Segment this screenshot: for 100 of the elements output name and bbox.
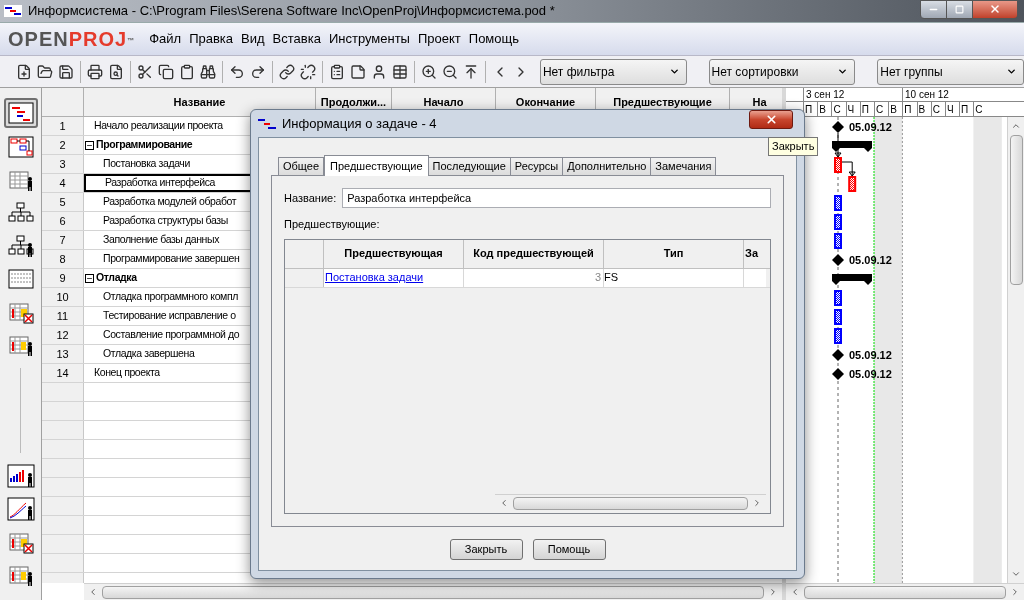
close-icon (764, 113, 778, 126)
scroll-right-icon[interactable] (1010, 587, 1020, 597)
row-number: 11 (42, 307, 84, 325)
unlink-icon[interactable] (299, 63, 316, 80)
row-number: 5 (42, 193, 84, 211)
scrollbar-thumb[interactable] (1009, 135, 1023, 285)
task-name: Программирование (96, 137, 193, 153)
scroll-left-icon[interactable] (499, 498, 509, 508)
line-chart-person-icon (6, 497, 35, 521)
day-label: П (902, 102, 917, 117)
app-icon (258, 117, 276, 130)
binoculars-icon[interactable] (199, 63, 216, 80)
scissors-icon[interactable] (136, 63, 153, 80)
row-number: 4 (42, 174, 84, 192)
collapse-toggle[interactable] (85, 140, 94, 150)
milestone-marker (832, 368, 844, 380)
dialog-tab[interactable]: Ресурсы (509, 157, 564, 175)
date-label: 05.09.12 (849, 121, 892, 133)
dialog-tab[interactable]: Дополнительно (562, 157, 652, 175)
scroll-left-icon[interactable] (88, 587, 98, 597)
scroll-right-icon[interactable] (768, 587, 778, 597)
menu-item[interactable]: Файл (145, 29, 186, 49)
row-number: 2 (42, 136, 84, 154)
predecessor-link[interactable]: Постановка задачи (325, 269, 424, 286)
day-label: П (959, 102, 974, 117)
scroll-left-icon[interactable] (790, 587, 800, 597)
note-icon[interactable] (349, 63, 366, 80)
milestone-marker (832, 254, 844, 266)
menu-item[interactable]: Инструменты (324, 29, 414, 49)
dropdown[interactable]: Нет группы (877, 58, 1024, 85)
scroll-down-icon[interactable] (1011, 569, 1021, 579)
dropdown[interactable]: Нет сортировки (708, 58, 856, 85)
window-title: Информсистема - C:\Program Files\Serena Software Inc\OpenProj\Информсистема.pod * (28, 2, 555, 21)
minimize-button[interactable] (920, 0, 947, 19)
dialog-tab[interactable]: Общее (278, 157, 325, 175)
flowchart-icon (6, 135, 35, 159)
calendar-table-icon[interactable] (391, 63, 408, 80)
collapse-toggle[interactable] (85, 273, 94, 283)
menu-item[interactable]: Проект (413, 29, 465, 49)
scrollbar-thumb[interactable] (513, 496, 748, 510)
scroll-up-icon[interactable] (1011, 121, 1021, 131)
copy-icon[interactable] (157, 63, 174, 80)
save-icon[interactable] (58, 63, 74, 80)
day-label: В (916, 102, 931, 117)
day-label: Ч (845, 102, 860, 117)
dialog-tab[interactable]: Предшествующие (324, 155, 429, 176)
undo-icon[interactable] (228, 63, 245, 80)
scroll-right-icon[interactable] (752, 498, 762, 508)
row-number: 1 (42, 117, 84, 135)
column-header: Код предшествующей (464, 239, 604, 268)
zoom-in-icon[interactable] (420, 63, 437, 80)
close-button[interactable] (749, 110, 793, 129)
vertical-scrollbar[interactable] (1007, 117, 1024, 583)
task-name: Отладка программного компл (103, 289, 238, 305)
task-name: Составление программной до (103, 327, 240, 343)
type-cell-text: FS (604, 270, 619, 286)
name-label: Название: (284, 190, 337, 206)
link-icon[interactable] (278, 63, 295, 80)
horizontal-scrollbar[interactable] (84, 583, 782, 600)
maximize-button[interactable] (947, 0, 973, 19)
dialog-button[interactable]: Помощь (532, 539, 606, 560)
folder-icon[interactable] (37, 63, 53, 80)
horizontal-scrollbar[interactable] (786, 583, 1024, 600)
menu-item[interactable]: Вставка (268, 29, 325, 49)
print-preview-icon[interactable] (108, 63, 124, 80)
view-button[interactable] (4, 495, 37, 523)
menu-item[interactable]: Правка (185, 29, 238, 49)
menu-item[interactable]: Вид (237, 29, 269, 49)
day-label: Ч (944, 102, 960, 117)
task-name: Программирование завершен (103, 251, 240, 267)
task-name: Разработка модулей обработ (103, 194, 237, 210)
new-file-icon[interactable] (16, 63, 32, 80)
row-number: 7 (42, 231, 84, 249)
column-header: За (744, 246, 760, 262)
name-field[interactable]: Разработка интерфейса (342, 188, 771, 208)
org-chart-person-icon (6, 234, 35, 258)
column-header: Предшествующая (324, 239, 464, 268)
menu-item[interactable]: Помощь (464, 29, 523, 49)
view-button[interactable] (4, 462, 37, 490)
dialog-tab[interactable]: Последующие (427, 157, 511, 175)
dialog-title: Информация о задаче - 4 (282, 114, 437, 133)
dialog-button[interactable]: Закрыть (449, 539, 523, 560)
task-name: Начало реализации проекта (94, 118, 223, 134)
restore-icon (955, 4, 964, 14)
zoom-out-icon[interactable] (441, 63, 458, 80)
task-info-icon[interactable] (328, 63, 345, 80)
redo-icon[interactable] (249, 63, 266, 80)
close-button[interactable] (973, 0, 1018, 19)
dropdown[interactable]: Нет фильтра (539, 58, 687, 85)
task-name: Отладка (96, 270, 137, 286)
scrollbar-thumb[interactable] (804, 585, 1006, 599)
app-icon (4, 5, 22, 17)
scrollbar-thumb[interactable] (102, 585, 764, 599)
table-person-icon (6, 333, 35, 357)
milestone-marker (832, 121, 844, 133)
dialog-tab[interactable]: Замечания (650, 157, 717, 175)
printer-icon[interactable] (87, 63, 103, 80)
summary-bar (832, 141, 872, 152)
column-header: Тип (604, 239, 744, 268)
clipboard-icon[interactable] (178, 63, 195, 80)
